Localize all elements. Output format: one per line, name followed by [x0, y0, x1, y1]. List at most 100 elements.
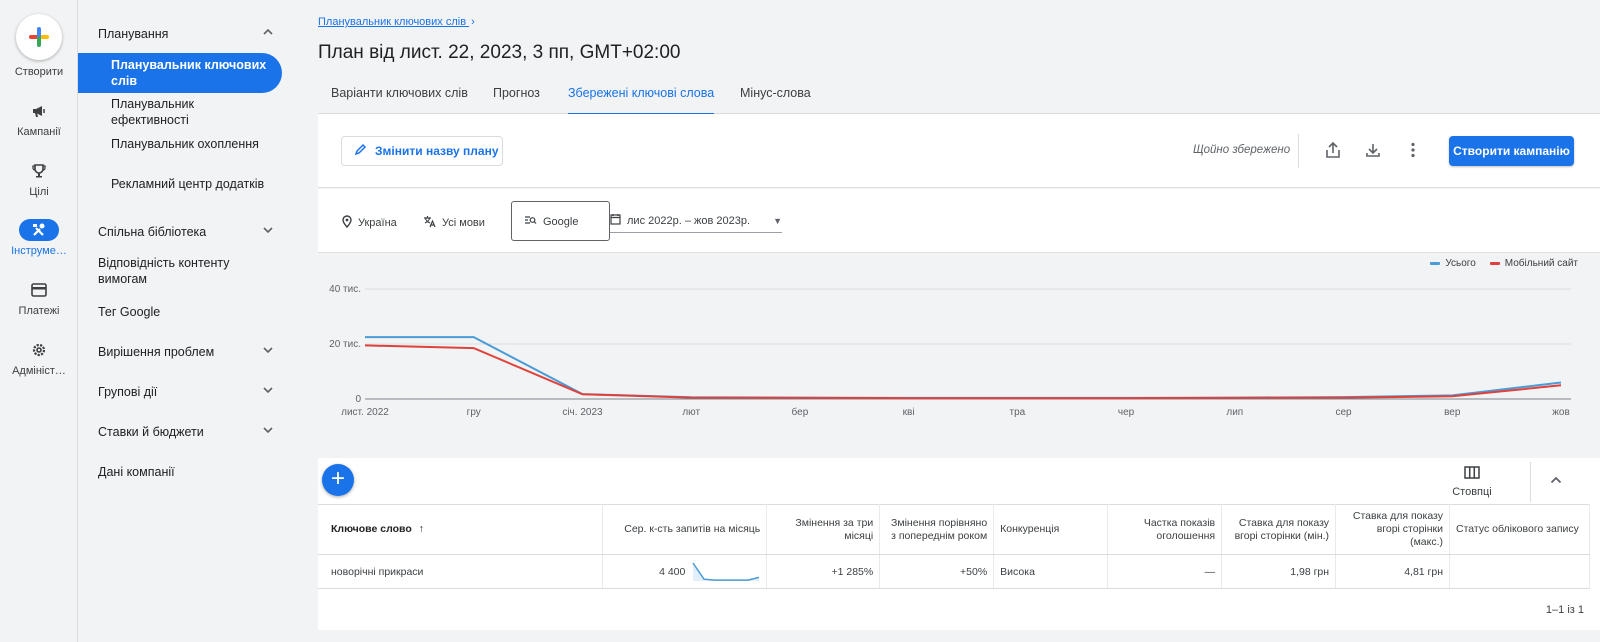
create-label: Створити — [14, 66, 64, 78]
language-filter[interactable]: Усі мови — [423, 215, 485, 231]
table-header-row: Ключове слово ↑ Сер. к-сть запитів на мі… — [318, 504, 1590, 555]
y-tick-label: 0 — [355, 394, 361, 405]
header-account-status[interactable]: Статус облікового запису — [1449, 504, 1590, 555]
date-range-filter[interactable]: лис 2022р. – жов 2023р. ▼ — [610, 213, 782, 233]
nav-section-shared-library[interactable]: Спільна бібліотека — [98, 224, 274, 240]
location-pin-icon — [342, 215, 352, 231]
x-tick-label: чер — [1118, 407, 1135, 418]
credit-card-icon — [19, 279, 59, 301]
tab-saved-keywords[interactable]: Збережені ключові слова — [568, 86, 715, 116]
rail-item-billing[interactable]: Платежі — [0, 279, 78, 317]
header-three-month-change[interactable]: Змінення за три місяці — [766, 504, 881, 555]
breadcrumb[interactable]: Планувальник ключових слів › — [318, 16, 475, 28]
legend-label: Усього — [1445, 258, 1476, 269]
nav-section-planning[interactable]: Планування — [98, 26, 274, 42]
calendar-icon — [610, 213, 621, 228]
nav-section-label: Відповідність контенту вимогам — [98, 256, 230, 286]
download-icon[interactable] — [1363, 140, 1383, 160]
nav-item-keyword-planner[interactable]: Планувальник ключових слів — [78, 53, 282, 93]
tab-negative-keywords[interactable]: Мінус-слова — [740, 86, 811, 113]
keywords-table: Ключове слово ↑ Сер. к-сть запитів на мі… — [318, 504, 1590, 589]
nav-item-app-advertising-hub[interactable]: Рекламний центр додатків — [111, 176, 271, 192]
legend-label: Мобільний сайт — [1504, 258, 1578, 269]
x-tick-label: лют — [682, 407, 700, 418]
header-label: Ключове слово — [331, 523, 412, 535]
rename-plan-button[interactable]: Змінити назву плану — [341, 136, 503, 166]
chevron-down-icon — [262, 344, 274, 360]
pagination-info: 1–1 із 1 — [1545, 604, 1584, 616]
cell-yoy-change: +50% — [879, 554, 995, 589]
nav-section-bulk-actions[interactable]: Групові дії — [98, 384, 274, 400]
table-row[interactable]: новорічні прикраси 4 400 +1 285% +50% Ви… — [318, 554, 1590, 589]
cell-account-status — [1449, 554, 1590, 589]
chart-legend: Усього Мобільний сайт — [1430, 258, 1578, 269]
header-avg-searches[interactable]: Сер. к-сть запитів на місяць — [602, 504, 768, 555]
nav-section-label: Тег Google — [98, 305, 161, 319]
nav-item-business-data[interactable]: Дані компанії — [98, 464, 274, 480]
create-button[interactable]: Створити — [0, 14, 78, 78]
x-tick-label: кві — [903, 407, 915, 418]
y-tick-label: 40 тис. — [329, 284, 361, 295]
cell-avg-searches: 4 400 — [602, 554, 768, 589]
rail-item-goals[interactable]: Цілі — [0, 160, 78, 198]
cell-bid-low: 1,98 грн — [1221, 554, 1337, 589]
nav-item-performance-planner[interactable]: Планувальник ефективності — [111, 96, 271, 128]
location-filter[interactable]: Україна — [342, 215, 397, 231]
tab-keyword-ideas[interactable]: Варіанти ключових слів — [331, 86, 468, 113]
sort-arrow-up-icon: ↑ — [418, 523, 424, 535]
series-line-total — [365, 336, 1562, 399]
trophy-icon — [19, 160, 59, 182]
columns-button[interactable]: Стовпці — [1450, 466, 1494, 498]
nav-section-troubleshooting[interactable]: Вирішення проблем — [98, 344, 274, 360]
breadcrumb-link[interactable]: Планувальник ключових слів — [318, 16, 466, 28]
header-competition[interactable]: Конкуренція — [993, 504, 1109, 555]
more-vert-icon[interactable] — [1403, 140, 1423, 160]
tools-menu: Планування Планувальник ключових слів Пл… — [78, 0, 284, 642]
nav-section-bids-budgets[interactable]: Ставки й бюджети — [98, 424, 274, 440]
search-volume-chart: Усього Мобільний сайт 0 20 тис. 40 тис. лис… — [318, 253, 1600, 458]
tab-bar: Варіанти ключових слів Прогноз Збережені… — [318, 80, 1600, 116]
header-bid-high[interactable]: Ставка для показу вгорі сторінки (макс.) — [1335, 504, 1451, 555]
chevron-down-icon — [262, 224, 274, 240]
dropdown-arrow-icon: ▼ — [773, 215, 782, 226]
chevron-right-icon: › — [471, 16, 475, 28]
network-value: Google — [543, 216, 579, 228]
x-tick-label: лип — [1226, 407, 1243, 418]
network-filter[interactable]: Google — [524, 215, 578, 229]
rail-item-tools[interactable]: Інструме… — [0, 219, 78, 257]
save-status: Щойно збережено — [1193, 144, 1291, 156]
header-bid-low[interactable]: Ставка для показу вгорі сторінки (мін.) — [1221, 504, 1337, 555]
rail-label: Адмініст… — [12, 365, 66, 377]
columns-icon — [1450, 466, 1494, 482]
page-title: План від лист. 22, 2023, 3 пп, GMT+02:00 — [318, 42, 681, 63]
nav-item-reach-planner[interactable]: Планувальник охоплення — [111, 136, 271, 152]
main-content: Планувальник ключових слів › План від ли… — [318, 0, 1600, 642]
share-icon[interactable] — [1323, 140, 1343, 160]
legend-item-total: Усього — [1430, 258, 1476, 269]
pencil-icon — [354, 143, 367, 159]
cell-competition: Висока — [993, 554, 1109, 589]
header-yoy-change[interactable]: Змінення порівняно з попереднім роком — [879, 504, 995, 555]
create-campaign-button[interactable]: Створити кампанію — [1449, 136, 1574, 166]
search-network-icon — [524, 215, 537, 229]
nav-section-label: Планування — [98, 27, 169, 41]
date-range-value: лис 2022р. – жов 2023р. — [627, 214, 751, 227]
nav-section-label: Групові дії — [98, 385, 158, 399]
cell-bid-high: 4,81 грн — [1335, 554, 1451, 589]
legend-swatch-total — [1430, 262, 1441, 265]
nav-item-content-suitability[interactable]: Відповідність контенту вимогам — [98, 255, 248, 287]
nav-section-label: Спільна бібліотека — [98, 225, 207, 239]
rail-label: Кампанії — [17, 126, 61, 138]
header-keyword[interactable]: Ключове слово ↑ — [318, 504, 604, 555]
nav-item-google-tag[interactable]: Тег Google — [98, 304, 274, 320]
add-keyword-button[interactable]: + — [322, 464, 354, 496]
chevron-down-icon — [262, 384, 274, 400]
header-impression-share[interactable]: Частка показів оголошення — [1107, 504, 1223, 555]
translate-icon — [423, 215, 436, 231]
language-value: Усі мови — [442, 217, 485, 229]
tab-forecast[interactable]: Прогноз — [493, 86, 540, 113]
rename-plan-label: Змінити назву плану — [375, 144, 499, 158]
rail-item-campaigns[interactable]: Кампанії — [0, 100, 78, 138]
rail-item-admin[interactable]: Адмініст… — [0, 339, 78, 377]
collapse-button[interactable] — [1530, 462, 1580, 502]
